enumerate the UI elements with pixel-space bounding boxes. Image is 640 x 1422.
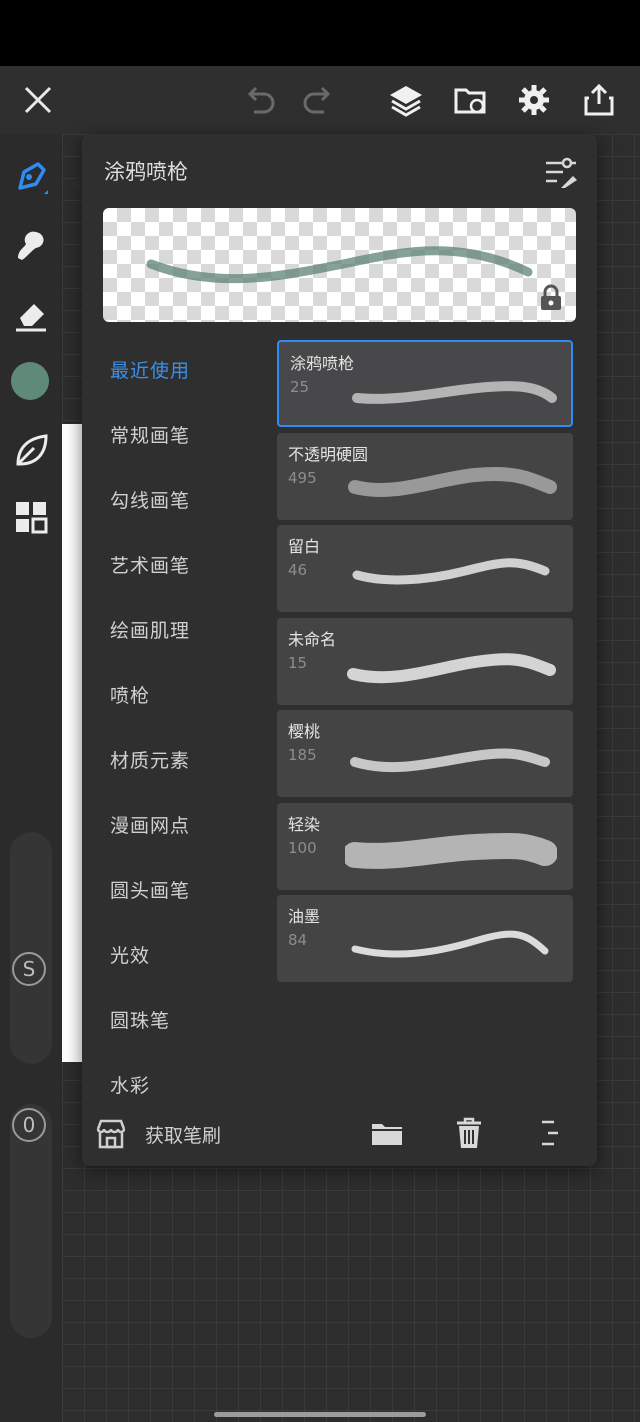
grid-icon	[16, 502, 48, 534]
brush-stroke-preview	[347, 652, 556, 683]
smudge-icon	[18, 231, 44, 260]
preview-stroke	[146, 246, 533, 284]
brush-stroke-preview	[345, 832, 557, 869]
brush-stroke-preview	[351, 930, 549, 958]
category-item[interactable]: 勾线画笔	[110, 486, 190, 513]
top-toolbar	[0, 66, 640, 134]
redo-icon	[303, 86, 331, 114]
brush-size: 495	[288, 468, 317, 487]
store-icon[interactable]	[94, 1117, 128, 1151]
layers-icon	[390, 86, 422, 117]
sort-menu-icon[interactable]	[534, 1116, 568, 1150]
category-item[interactable]: 常规画笔	[110, 421, 190, 448]
brush-size: 100	[288, 838, 317, 857]
undo-button[interactable]	[240, 80, 280, 120]
brush-stroke-preview	[352, 381, 557, 404]
brush-settings-icon[interactable]	[543, 154, 579, 190]
eraser-icon	[16, 304, 46, 332]
category-item[interactable]: 材质元素	[110, 746, 190, 773]
brush-item[interactable]: 油墨 84	[277, 895, 573, 982]
eraser-tool-button[interactable]	[10, 294, 52, 336]
category-item[interactable]: 漫画网点	[110, 811, 190, 838]
import-button[interactable]	[451, 80, 491, 120]
size-slider-knob[interactable]: S	[12, 952, 46, 986]
home-indicator	[214, 1412, 426, 1417]
category-item[interactable]: 喷枪	[110, 681, 150, 708]
get-brushes-button[interactable]: 获取笔刷	[145, 1121, 221, 1148]
brush-item[interactable]: 留白 46	[277, 525, 573, 612]
status-bar	[0, 0, 640, 66]
opacity-slider[interactable]: 0	[10, 1104, 52, 1338]
close-icon	[24, 86, 52, 114]
smudge-tool-button[interactable]	[10, 224, 52, 266]
brush-name: 轻染	[288, 814, 321, 834]
category-item[interactable]: 绘画肌理	[110, 616, 190, 643]
brush-name: 樱桃	[288, 722, 321, 741]
brush-size: 84	[288, 931, 308, 949]
brush-size: 185	[288, 746, 317, 764]
brush-item[interactable]: 未命名 15	[277, 617, 573, 705]
gallery-button[interactable]	[10, 496, 52, 538]
tool-rail: S 0	[0, 134, 62, 1422]
brush-item[interactable]: 樱桃 185	[277, 710, 573, 797]
redo-button[interactable]	[298, 80, 338, 120]
brush-size: 15	[288, 653, 308, 672]
brush-tool-button[interactable]	[10, 156, 52, 198]
category-item[interactable]: 圆头画笔	[110, 876, 190, 903]
color-picker-button[interactable]	[11, 362, 49, 400]
brush-preview[interactable]	[103, 208, 576, 322]
trash-icon[interactable]	[452, 1116, 486, 1150]
undo-icon	[247, 86, 275, 114]
brush-stroke-preview	[352, 558, 550, 585]
leaf-icon	[16, 434, 48, 466]
pen-icon	[18, 162, 48, 194]
brush-item[interactable]: 轻染 100	[277, 802, 573, 890]
share-button[interactable]	[579, 80, 619, 120]
close-button[interactable]	[18, 80, 58, 120]
brush-name: 留白	[288, 537, 321, 556]
category-item[interactable]: 圆珠笔	[110, 1006, 170, 1033]
lock-icon[interactable]	[538, 284, 564, 312]
brush-name: 油墨	[288, 907, 321, 926]
panel-title: 涂鸦喷枪	[104, 160, 188, 184]
category-item[interactable]: 水彩	[110, 1071, 150, 1098]
folder-icon[interactable]	[370, 1116, 404, 1150]
brush-item[interactable]: 不透明硬圆 495	[277, 432, 573, 520]
brush-stroke-preview	[348, 466, 557, 497]
share-icon	[584, 83, 614, 116]
brush-size-slider[interactable]: S	[10, 832, 52, 1064]
category-item[interactable]: 光效	[110, 941, 150, 968]
fill-tool-button[interactable]	[10, 430, 52, 472]
brush-name: 未命名	[288, 629, 337, 649]
gear-icon	[519, 85, 549, 115]
layers-button[interactable]	[386, 80, 426, 120]
category-item[interactable]: 最近使用	[110, 356, 190, 383]
brush-name: 涂鸦喷枪	[290, 354, 355, 373]
brush-stroke-preview	[350, 748, 550, 773]
brush-size: 25	[290, 378, 310, 396]
category-item[interactable]: 艺术画笔	[110, 551, 190, 578]
brush-size: 46	[288, 561, 308, 579]
brush-library-panel: 涂鸦喷枪 最近使用常规画笔勾线画笔艺术画笔绘画肌理喷枪材质元素漫画网点圆头画笔光…	[82, 134, 597, 1166]
opacity-slider-knob[interactable]: 0	[12, 1108, 46, 1142]
folder-sync-icon	[454, 88, 486, 114]
brush-item[interactable]: 涂鸦喷枪 25	[277, 340, 573, 427]
settings-button[interactable]	[514, 80, 554, 120]
